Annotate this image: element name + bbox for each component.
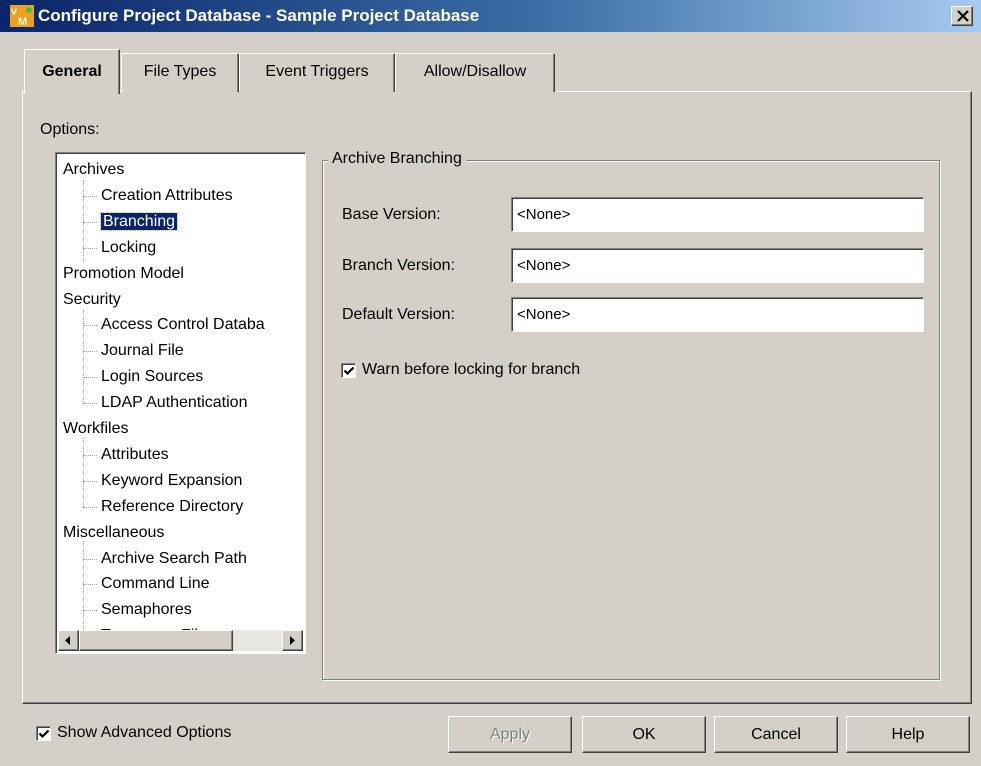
archive-branching-title: Archive Branching [328,150,466,168]
tree-item[interactable]: Journal File [101,340,184,362]
tree-item[interactable]: Access Control Databa [101,314,265,336]
tree-connector [83,610,97,612]
title-bar[interactable]: V M Configure Project Database - Sample … [0,0,981,32]
tree-connector [83,325,97,327]
svg-text:M: M [18,16,27,27]
checkmark-icon [343,366,355,376]
branch-version-label: Branch Version: [342,257,455,274]
tree-item[interactable]: LDAP Authentication [101,392,247,414]
tree-item-label: Access Control Databa [101,316,265,334]
tree-item-label: Promotion Model [63,264,184,282]
tree-item[interactable]: Archive Search Path [101,548,247,570]
tree-connector [83,247,97,249]
arrow-right-icon [290,636,295,645]
tree-item-label: Login Sources [101,368,204,386]
scroll-thumb[interactable] [79,630,233,651]
tree-item[interactable]: Command Line [101,573,210,595]
tree-horizontal-scrollbar[interactable] [58,630,303,651]
tab-file-types[interactable]: File Types [121,53,239,92]
tree-item-label: Semaphores [101,601,192,619]
tree-item-label: Command Line [101,575,210,593]
show-advanced-options-label[interactable]: Show Advanced Options [57,724,231,742]
tree-item-label: Keyword Expansion [101,471,243,489]
arrow-left-icon [65,636,70,645]
tree-connector [83,403,97,405]
tree-item[interactable]: Semaphores [101,599,192,621]
tree-item-label: Creation Attributes [101,186,233,204]
default-version-label: Default Version: [342,306,455,323]
tab-allow-disallow[interactable]: Allow/Disallow [395,53,555,92]
base-version-label: Base Version: [342,206,441,223]
tree-connector [83,480,97,482]
tree-item[interactable]: Promotion Model [63,263,184,285]
tree-connector [83,438,84,507]
scroll-left-button[interactable] [58,630,79,651]
tree-connector [83,584,97,586]
tree-connector [83,310,84,402]
tree-item[interactable]: Locking [101,237,156,259]
tab-event-triggers[interactable]: Event Triggers [239,53,395,92]
cancel-button[interactable]: Cancel [714,716,838,753]
show-advanced-options-checkbox[interactable] [36,726,51,741]
tree-item[interactable]: Creation Attributes [101,185,233,207]
window-title: Configure Project Database - Sample Proj… [38,6,480,25]
help-button[interactable]: Help [846,716,970,753]
tree-item-label: Archives [63,161,125,178]
tree-item[interactable]: Security [63,289,121,311]
vm-app-icon: V M [10,5,34,27]
svg-text:V: V [11,7,17,17]
archive-branching-group [322,160,940,680]
base-version-field[interactable]: <None> [511,197,924,232]
tree-item[interactable]: Branching [99,211,179,233]
tree-connector [83,541,84,632]
apply-button[interactable]: Apply [448,716,572,753]
tree-connector [83,221,97,223]
tab-general[interactable]: General [24,49,120,94]
close-icon [957,10,969,22]
tree-item[interactable]: Attributes [101,444,169,466]
checkmark-icon [38,729,50,739]
branch-version-field[interactable]: <None> [511,248,924,283]
options-tree[interactable]: Archives Creation Attributes Branching Lock… [55,152,306,654]
tree-item-label: LDAP Authentication [101,394,248,412]
tree-item[interactable]: Login Sources [101,366,203,388]
tree-item[interactable]: Archives [63,159,124,181]
tree-item-label: Archive Search Path [101,549,247,567]
ok-button[interactable]: OK [582,716,706,753]
tree-connector [83,377,97,379]
tree-connector [83,351,97,353]
configure-project-database-dialog: V M Configure Project Database - Sample … [0,0,981,766]
tree-item-label: Locking [101,238,157,256]
tree-item-label: Security [63,290,121,308]
tree-item[interactable]: Keyword Expansion [101,470,242,492]
tree-connector [83,558,97,560]
tree-connector [83,454,97,456]
tree-item-label: Reference Directory [101,497,244,515]
tree-item-label: Miscellaneous [63,523,165,541]
scroll-right-button[interactable] [282,630,303,651]
tree-item-label: Branching [99,211,179,231]
close-button[interactable] [951,6,973,26]
tree-connector [83,506,97,508]
tree-item-label: Workfiles [63,420,129,437]
tree-item[interactable]: Reference Directory [101,496,243,518]
tree-item[interactable]: Miscellaneous [63,522,164,544]
warn-before-locking-checkbox[interactable] [341,363,356,378]
tree-item[interactable]: Workfiles [63,418,129,440]
warn-before-locking-label[interactable]: Warn before locking for branch [362,361,580,379]
tree-connector [83,195,97,197]
tree-item-label: Attributes [101,445,169,463]
options-label: Options: [40,121,100,138]
tree-item-label: Journal File [101,342,184,360]
default-version-field[interactable]: <None> [511,297,924,332]
